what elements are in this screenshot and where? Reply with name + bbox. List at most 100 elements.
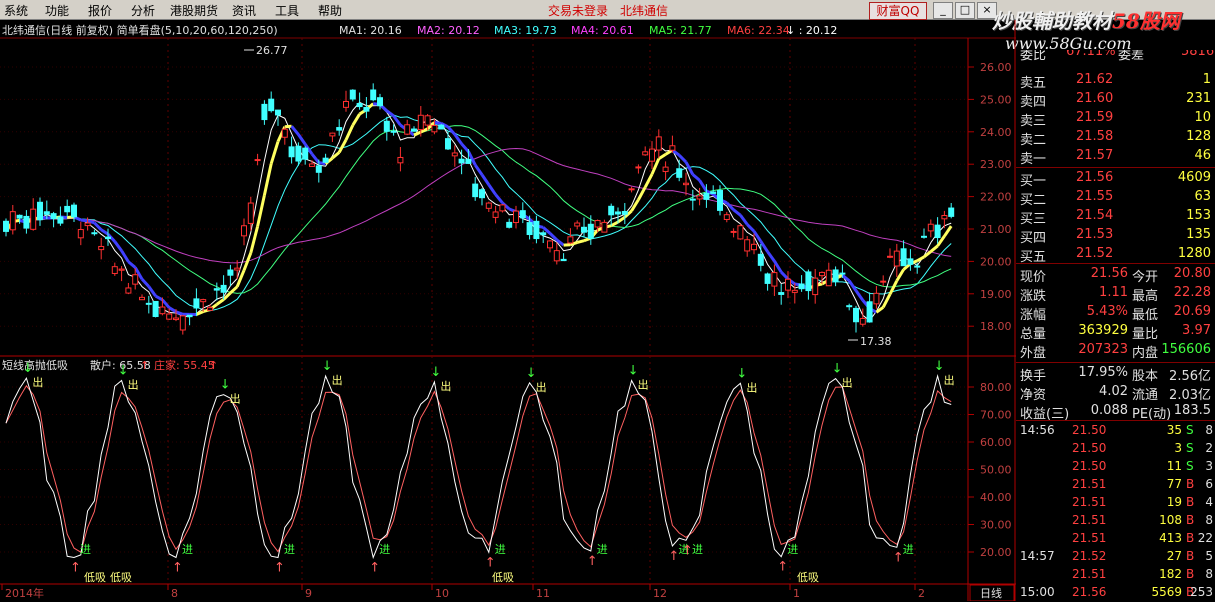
buy-level-row[interactable]: 买四21.53135 — [1016, 226, 1215, 245]
sell-level-row[interactable]: 卖五21.621 — [1016, 71, 1215, 90]
menu-item-system[interactable]: 系统 — [4, 2, 28, 19]
date-axis-label: 10 — [435, 587, 449, 600]
tick-row: 14:5721.5227B5 — [1016, 548, 1215, 566]
signal-out-label: 出 — [536, 380, 547, 394]
sell-level-row[interactable]: 卖一21.5746 — [1016, 147, 1215, 166]
trend-line — [924, 252, 931, 257]
buy-level-row[interactable]: 买一21.564609 — [1016, 169, 1215, 188]
trend-line — [74, 217, 81, 220]
buy-level-row[interactable]: 买五21.521280 — [1016, 245, 1215, 264]
minimize-button[interactable]: _ — [933, 2, 953, 19]
stat-row: 外盘207323内盘156606 — [1016, 341, 1215, 360]
price-axis-label: 22.00 — [980, 191, 1012, 204]
trend-line — [434, 123, 441, 124]
stat-value: 22.28 — [1174, 285, 1211, 300]
retail-line — [6, 376, 951, 558]
candle — [174, 318, 179, 319]
tick-volume: 182 — [1134, 567, 1182, 581]
trend-line — [169, 308, 176, 312]
candle — [806, 272, 811, 291]
level-label: 买三 — [1020, 208, 1046, 227]
candle — [187, 315, 192, 316]
trend-line — [754, 231, 761, 241]
sell-level-row[interactable]: 卖四21.60231 — [1016, 90, 1215, 109]
candle — [534, 221, 539, 238]
stat-value: 20.69 — [1174, 304, 1211, 319]
tick-row: 15:0021.565569B253 — [1016, 584, 1215, 602]
candle — [854, 308, 859, 321]
candle — [65, 206, 70, 211]
maximize-button[interactable]: □ — [955, 2, 975, 19]
menu-item-analysis[interactable]: 分析 — [131, 2, 155, 19]
menu-item-help[interactable]: 帮助 — [318, 2, 342, 19]
tick-count: 8 — [1205, 513, 1213, 527]
level-volume: 231 — [1186, 91, 1211, 106]
candle — [153, 301, 158, 316]
signal-out-label: 出 — [944, 373, 955, 387]
stat-row: 收益(三)0.088PE(动)183.5 — [1016, 402, 1215, 421]
sell-level-row[interactable]: 卖三21.5910 — [1016, 109, 1215, 128]
candle — [17, 215, 22, 218]
level-price: 21.57 — [1076, 148, 1113, 163]
buy-level-row[interactable]: 买三21.54153 — [1016, 207, 1215, 226]
menu-item-function[interactable]: 功能 — [45, 2, 69, 19]
candle — [745, 240, 750, 251]
candle — [643, 152, 648, 155]
candle — [72, 205, 77, 217]
menu-item-quote[interactable]: 报价 — [88, 2, 112, 19]
trend-line — [890, 281, 897, 294]
candle — [99, 246, 104, 249]
tick-count: 253 — [1190, 585, 1213, 599]
candle — [738, 226, 743, 239]
trend-line — [944, 226, 951, 236]
stat-value: 21.56 — [1076, 266, 1128, 281]
candle — [446, 139, 451, 149]
buy-level-row[interactable]: 买二21.5563 — [1016, 188, 1215, 207]
candle — [289, 147, 294, 157]
tick-price: 21.51 — [1072, 513, 1106, 527]
signal-low-label: 低吸 — [797, 571, 819, 584]
sell-level-row[interactable]: 卖二21.58128 — [1016, 128, 1215, 147]
level-volume: 63 — [1194, 189, 1211, 204]
candle — [473, 184, 478, 197]
tick-volume: 3 — [1134, 441, 1182, 455]
stat-row: 换手17.95%股本2.56亿 — [1016, 364, 1215, 383]
kline-chart[interactable]: 北纬通信(日线 前复权) 简单看盘(5,10,20,60,120,250) MA… — [0, 20, 1016, 601]
candle — [58, 217, 63, 223]
level-price: 21.52 — [1076, 246, 1113, 261]
candle — [772, 273, 777, 286]
trend-line — [128, 262, 135, 268]
ma-legend-label: MA2: 20.12 — [417, 24, 480, 37]
indicator-axis-label: 60.00 — [980, 436, 1012, 449]
buy-arrow-icon: ↑ — [485, 555, 496, 570]
trend-line — [414, 132, 421, 135]
trend-line — [448, 127, 455, 135]
chart-title: 北纬通信(日线 前复权) 简单看盘(5,10,20,60,120,250) — [2, 23, 278, 37]
trade-login-status[interactable]: 交易未登录 — [548, 2, 608, 19]
tick-side: B — [1186, 549, 1194, 563]
candle — [78, 230, 83, 238]
wealth-qq-button[interactable]: 财富QQ — [869, 2, 927, 20]
candle — [575, 223, 580, 226]
sell-arrow-icon: ↓ — [22, 361, 33, 376]
menu-item-news[interactable]: 资讯 — [232, 2, 256, 19]
level-label: 买一 — [1020, 170, 1046, 189]
date-axis-label: 11 — [536, 587, 550, 600]
candle — [201, 300, 206, 302]
candle — [452, 153, 457, 156]
menu-item-hk-futures[interactable]: 港股期货 — [170, 2, 218, 19]
trend-line — [115, 242, 122, 251]
trend-line — [659, 154, 666, 158]
candle — [500, 205, 505, 211]
candle — [364, 107, 369, 111]
trend-line — [611, 222, 618, 226]
price-axis-label: 23.00 — [980, 158, 1012, 171]
menu-item-tools[interactable]: 工具 — [275, 2, 299, 19]
trend-line — [346, 125, 353, 140]
candle — [412, 129, 417, 131]
trend-line — [353, 114, 360, 125]
trend-line — [897, 270, 904, 281]
indicator-axis-label: 70.00 — [980, 409, 1012, 422]
trend-line — [672, 150, 679, 155]
candle — [323, 158, 328, 162]
